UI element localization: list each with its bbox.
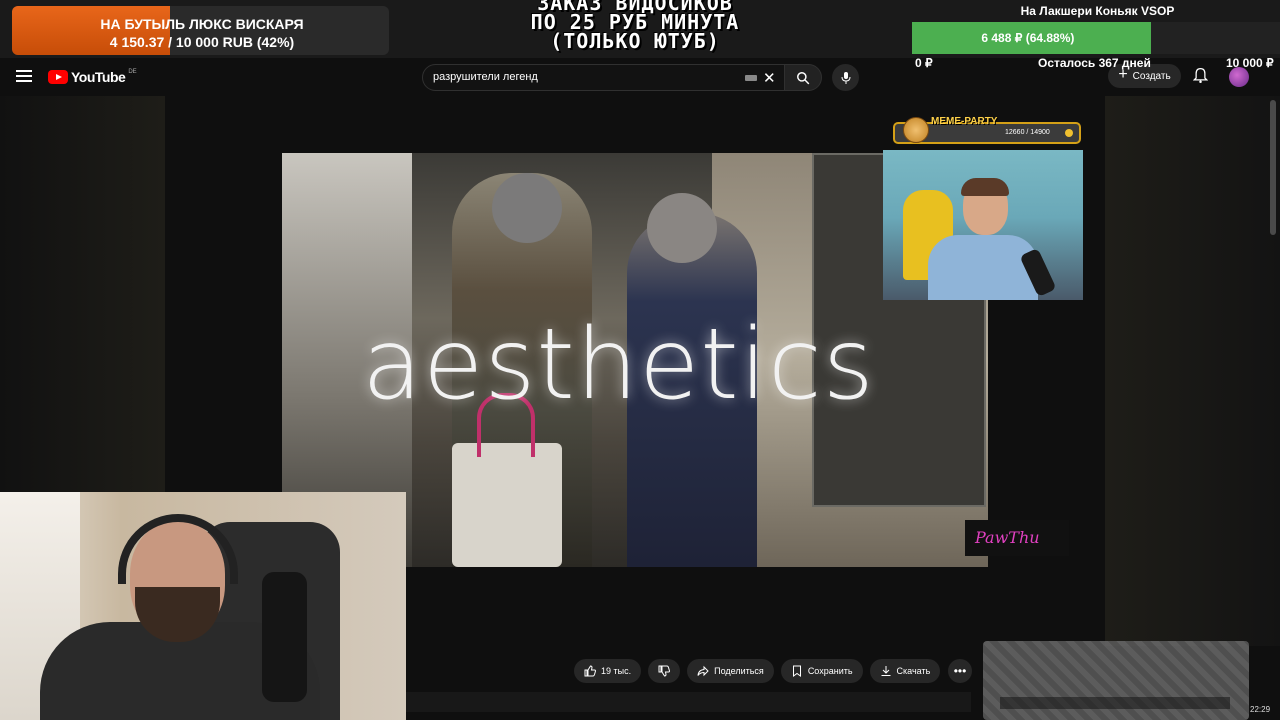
share-icon [697,665,709,677]
search-button[interactable] [784,64,822,91]
create-label: Создать [1132,70,1171,82]
meme-party-count: 12660 / 14900 [1005,129,1050,136]
search-icon [797,71,810,84]
goal-left-widget: НА БУТЫЛЬ ЛЮКС ВИСКАРЯ 4 150.37 / 10 000… [12,6,389,55]
promo-line: (ТОЛЬКО ЮТУБ) [550,29,720,53]
like-count: 19 тыс. [601,666,632,676]
close-icon[interactable]: ✕ [763,69,776,87]
video-bag [452,443,562,567]
country-code: DE [128,69,137,75]
logo-text: YouTube [71,69,126,85]
ambient-left [0,96,165,496]
download-button[interactable]: Скачать [869,659,941,683]
video-overlay-text: aesthetics [362,308,875,422]
like-button[interactable]: 19 тыс. [574,659,642,683]
download-label: Скачать [896,666,931,676]
voice-search-button[interactable] [832,64,859,91]
taskbar-clock: 22:29 [1250,705,1271,714]
webcam-right [883,150,1083,300]
youtube-play-icon [48,70,68,84]
promo-text: ЗАКАЗ ВИДОСИКОВ ПО 25 РУБ МИНУТА (ТОЛЬКО… [475,0,795,51]
youtube-logo[interactable]: YouTube DE [48,68,137,86]
more-icon: ••• [953,664,967,678]
webcam-microphone [262,572,307,702]
video-person-head [647,193,717,263]
search-input[interactable]: разрушители легенд ✕ [422,64,786,91]
goal-right-widget: 6 488 ₽ (64.88%) [912,22,1280,54]
goal-left-title: НА БУТЫЛЬ ЛЮКС ВИСКАРЯ [100,16,304,32]
bell-icon [1192,67,1209,83]
share-label: Поделиться [714,666,764,676]
webcam-left [0,492,406,720]
more-actions-button[interactable]: ••• [948,659,972,683]
notifications-button[interactable] [1192,67,1209,89]
meme-party-widget: MEME-PARTY 12660 / 14900 [893,116,1081,144]
goal-right-title: На Лакшери Коньяк VSOP [1020,4,1175,18]
save-button[interactable]: Сохранить [780,659,863,683]
thumbs-down-icon [658,665,671,677]
goal-right-max: 10 000 ₽ [1226,56,1274,70]
menu-icon[interactable] [16,70,32,82]
bookmark-icon [792,665,801,677]
keyboard-icon[interactable] [745,75,757,81]
video-actions: 19 тыс. Поделиться Сохранить Скачать [574,659,941,683]
goal-right-amount: 6 488 ₽ (64.88%) [981,31,1075,45]
webcam-person-hair [961,178,1009,196]
meme-party-title: MEME-PARTY [931,116,998,127]
goal-left-amount: 4 150.37 / 10 000 RUB (42%) [109,34,295,50]
webcam-person [928,235,1038,300]
watermark-text: PawThu [975,528,1040,547]
description-area [406,692,971,712]
doge-icon [903,117,929,143]
goal-right-remaining: Осталось 367 дней [1038,56,1151,70]
dislike-button[interactable] [648,659,681,683]
scrollbar[interactable] [1270,100,1276,235]
search-query: разрушители легенд [433,71,538,83]
coin-icon [1065,129,1073,137]
thumbs-up-icon [584,665,596,677]
video-person-head [492,173,562,243]
stream-overlay-top: НА БУТЫЛЬ ЛЮКС ВИСКАРЯ 4 150.37 / 10 000… [0,0,1280,58]
overlay-widget-row [1000,697,1230,709]
video-watermark: PawThu [965,520,1069,556]
microphone-icon [841,71,850,84]
goal-right-min: 0 ₽ [915,56,933,70]
share-button[interactable]: Поделиться [687,659,774,683]
ambient-right [1105,96,1280,646]
download-icon [881,666,891,676]
avatar[interactable] [1229,67,1249,87]
save-label: Сохранить [807,666,853,676]
